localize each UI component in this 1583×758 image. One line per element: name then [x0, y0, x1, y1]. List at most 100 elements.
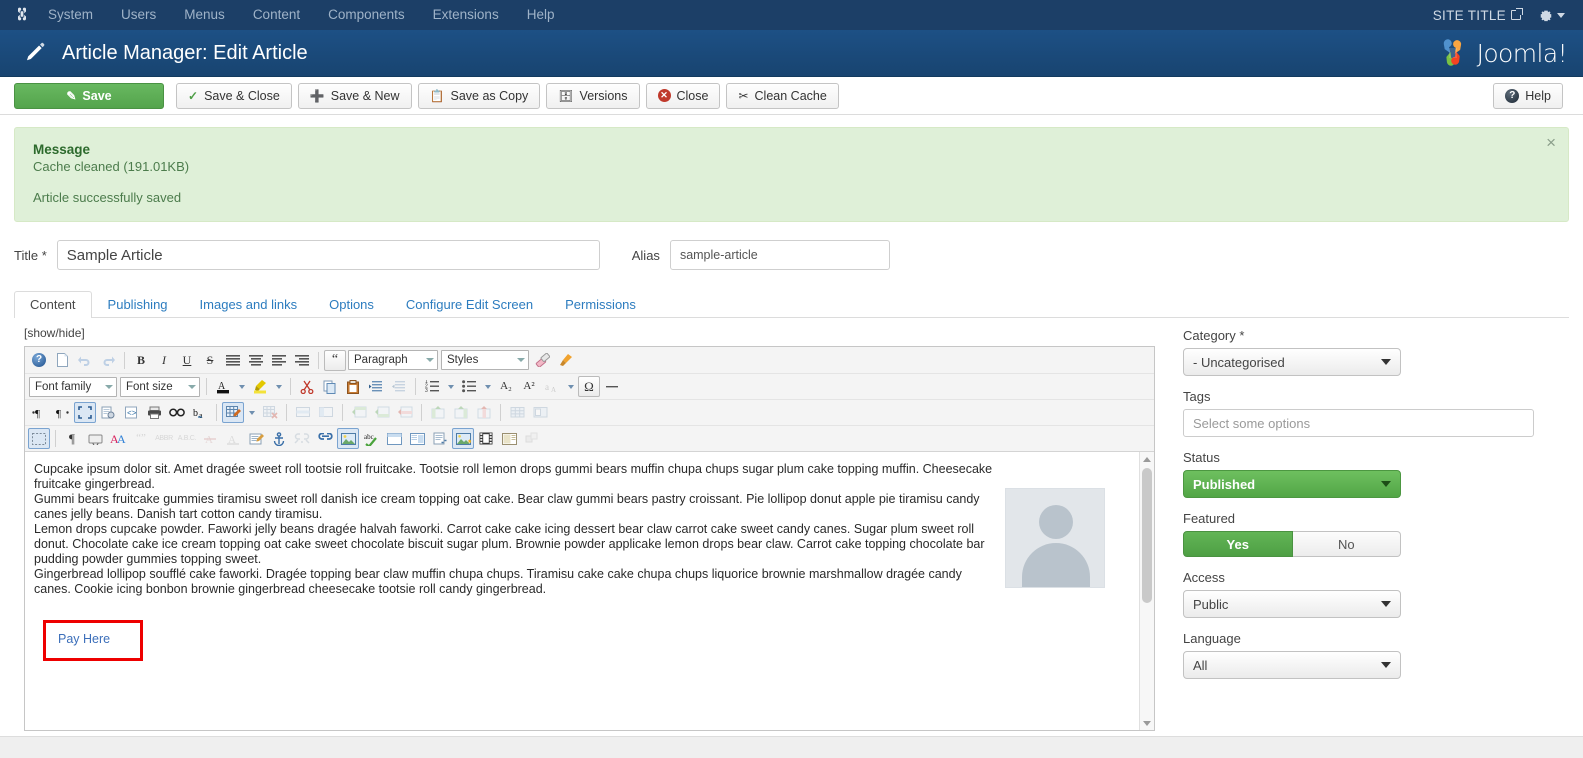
tab-permissions[interactable]: Permissions [549, 291, 652, 318]
font-style-icon[interactable]: AA [107, 428, 129, 449]
paragraph-format-select[interactable]: Paragraph [348, 350, 438, 370]
media-icon[interactable] [475, 428, 497, 449]
nav-item-menus[interactable]: Menus [170, 0, 239, 30]
save-as-copy-button[interactable]: 📋 Save as Copy [417, 82, 541, 109]
tags-input[interactable]: Select some options [1183, 409, 1534, 437]
editor-content-area[interactable]: Cupcake ipsum dolor sit. Amet dragée swe… [25, 452, 1154, 730]
featured-no-button[interactable]: No [1292, 531, 1401, 557]
print-icon[interactable] [143, 402, 165, 423]
nav-item-system[interactable]: System [34, 0, 107, 30]
language-select[interactable]: All [1183, 651, 1401, 679]
image-manager-icon[interactable] [452, 428, 474, 449]
align-justify-icon[interactable] [291, 350, 313, 371]
nav-item-components[interactable]: Components [314, 0, 419, 30]
nav-item-users[interactable]: Users [107, 0, 170, 30]
align-left-icon[interactable] [222, 350, 244, 371]
strikethrough-button[interactable]: S [199, 350, 221, 371]
iframe-icon[interactable] [406, 428, 428, 449]
nav-item-help[interactable]: Help [513, 0, 569, 30]
subscript-button[interactable]: A₂ [495, 376, 517, 397]
editor-scrollbar[interactable] [1139, 452, 1154, 730]
insert-image-icon[interactable] [337, 428, 359, 449]
text-color-dropdown[interactable] [235, 377, 248, 397]
nav-item-content[interactable]: Content [239, 0, 314, 30]
spellcheck-icon[interactable]: abc [360, 428, 382, 449]
readmore-icon[interactable] [429, 428, 451, 449]
link-icon[interactable] [314, 428, 336, 449]
cut-icon[interactable] [296, 376, 318, 397]
pay-here-link[interactable]: Pay Here [58, 632, 110, 646]
paragraph-mark-icon[interactable]: ¶ [61, 428, 83, 449]
featured-yes-button[interactable]: Yes [1183, 531, 1293, 557]
user-avatar-placeholder-icon[interactable] [1005, 488, 1105, 588]
source-code-icon[interactable]: <> [120, 402, 142, 423]
special-character-icon[interactable]: Ω [578, 376, 600, 397]
module-icon[interactable] [498, 428, 520, 449]
bullet-list-dropdown[interactable] [481, 377, 494, 397]
tab-configure-edit-screen[interactable]: Configure Edit Screen [390, 291, 549, 318]
close-button[interactable]: ✕ Close [645, 82, 721, 109]
tab-options[interactable]: Options [313, 291, 390, 318]
paste-as-text-icon[interactable] [365, 376, 387, 397]
blockquote-button[interactable]: “ [324, 349, 346, 371]
joomla-mark-icon[interactable] [0, 6, 34, 25]
bold-button[interactable]: B [130, 350, 152, 371]
show-hide-toggle[interactable]: [show/hide] [14, 318, 1159, 346]
visual-blocks-icon[interactable] [28, 428, 50, 449]
numbered-list-icon[interactable]: 123 [421, 376, 443, 397]
scroll-up-icon[interactable] [1140, 452, 1154, 466]
article-body[interactable]: Cupcake ipsum dolor sit. Amet dragée swe… [25, 452, 1154, 661]
clean-cache-button[interactable]: ✂ Clean Cache [726, 82, 839, 109]
new-document-icon[interactable] [51, 350, 73, 371]
table-dropdown[interactable] [245, 403, 258, 423]
versions-button[interactable]: 🗄 Versions [546, 82, 640, 109]
brush-icon[interactable] [554, 350, 576, 371]
save-and-new-button[interactable]: ➕ Save & New [297, 82, 412, 109]
anchor-link-icon[interactable] [268, 428, 290, 449]
page-break-icon[interactable] [84, 428, 106, 449]
styles-select[interactable]: Styles [441, 350, 529, 370]
status-select[interactable]: Published [1183, 470, 1401, 498]
tab-images-and-links[interactable]: Images and links [184, 291, 314, 318]
align-center-icon[interactable] [245, 350, 267, 371]
note-icon[interactable] [245, 428, 267, 449]
align-right-icon[interactable] [268, 350, 290, 371]
ltr-direction-icon[interactable]: ¶ [28, 402, 50, 423]
font-size-select[interactable]: Font size [120, 376, 200, 397]
highlight-color-icon[interactable] [249, 376, 271, 397]
superscript-button[interactable]: A² [518, 376, 540, 397]
tab-publishing[interactable]: Publishing [92, 291, 184, 318]
eraser-icon[interactable] [531, 350, 553, 371]
bullet-list-icon[interactable] [458, 376, 480, 397]
search-replace-icon[interactable] [166, 402, 188, 423]
category-select[interactable]: - Uncategorised [1183, 348, 1401, 376]
scrollbar-thumb[interactable] [1142, 468, 1152, 603]
fullscreen-icon[interactable] [74, 402, 96, 423]
rtl-direction-icon[interactable]: ¶ [51, 402, 73, 423]
help-icon[interactable]: ? [28, 350, 50, 371]
message-close-icon[interactable]: × [1546, 134, 1556, 151]
numbered-list-dropdown[interactable] [444, 377, 457, 397]
site-title-link[interactable]: SITE TITLE [1433, 8, 1523, 23]
save-and-close-button[interactable]: ✓ Save & Close [176, 82, 292, 109]
layer-icon[interactable] [383, 428, 405, 449]
highlight-color-dropdown[interactable] [272, 377, 285, 397]
paste-icon[interactable] [342, 376, 364, 397]
insert-table-icon[interactable] [222, 402, 244, 423]
text-color-icon[interactable]: A [212, 376, 234, 397]
title-input[interactable] [56, 240, 600, 270]
horizontal-rule-icon[interactable] [601, 376, 623, 397]
font-family-select[interactable]: Font family [29, 376, 117, 397]
access-select[interactable]: Public [1183, 590, 1401, 618]
replace-icon[interactable]: ba [189, 402, 211, 423]
scroll-down-icon[interactable] [1140, 716, 1154, 730]
save-button[interactable]: ✎ Save [14, 82, 164, 109]
nav-item-extensions[interactable]: Extensions [419, 0, 513, 30]
italic-button[interactable]: I [153, 350, 175, 371]
tab-content[interactable]: Content [14, 291, 92, 318]
settings-menu-button[interactable] [1525, 8, 1571, 22]
template-icon[interactable] [97, 402, 119, 423]
help-button[interactable]: ? Help [1493, 82, 1563, 109]
copy-icon[interactable] [319, 376, 341, 397]
underline-button[interactable]: U [176, 350, 198, 371]
